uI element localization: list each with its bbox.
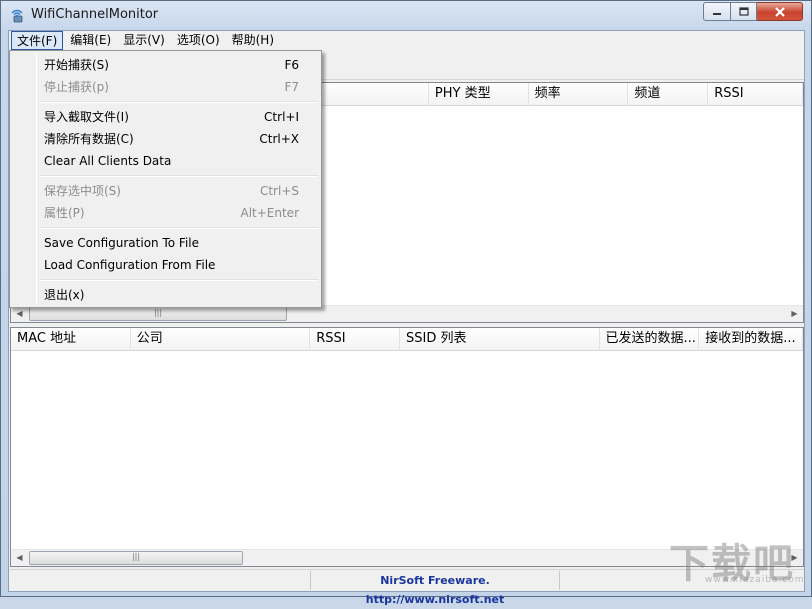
menu-edit[interactable]: 编辑(E): [65, 31, 116, 50]
maximize-button[interactable]: [730, 2, 757, 21]
column-phy-type[interactable]: PHY 类型: [429, 83, 529, 106]
menu-help[interactable]: 帮助(H): [227, 31, 279, 50]
close-button[interactable]: [757, 2, 803, 21]
menu-item-shortcut: Ctrl+X: [259, 132, 299, 146]
menu-item-save-configuration[interactable]: Save Configuration To File: [12, 232, 319, 254]
menu-item-shortcut: Ctrl+I: [264, 110, 299, 124]
menu-item-shortcut: Alt+Enter: [240, 206, 299, 220]
menu-item-clear-all-data[interactable]: 清除所有数据(C) Ctrl+X: [12, 128, 319, 150]
menu-item-shortcut: F6: [284, 58, 299, 72]
menu-item-save-selected[interactable]: 保存选中项(S) Ctrl+S: [12, 180, 319, 202]
window-title: WifiChannelMonitor: [31, 7, 159, 22]
column-company[interactable]: 公司: [131, 328, 311, 351]
watermark-logo: 下载吧 www.xiazaiba.com: [669, 531, 809, 591]
menu-item-exit[interactable]: 退出(x): [12, 284, 319, 306]
menu-item-clear-clients-data[interactable]: Clear All Clients Data: [12, 150, 319, 172]
column-sent-data[interactable]: 已发送的数据...: [600, 328, 700, 351]
menu-bar: 文件(F) 编辑(E) 显示(V) 选项(O) 帮助(H): [9, 31, 804, 51]
scroll-thumb[interactable]: |||: [29, 551, 243, 565]
close-icon: [774, 6, 785, 17]
menu-item-label: Clear All Clients Data: [44, 154, 172, 168]
column-frequency[interactable]: 频率: [529, 83, 629, 106]
minimize-icon: [713, 12, 721, 15]
menu-item-label: Load Configuration From File: [44, 258, 216, 272]
menu-item-import-capture-file[interactable]: 导入截取文件(I) Ctrl+I: [12, 106, 319, 128]
menu-separator: [40, 101, 318, 103]
menu-options[interactable]: 选项(O): [172, 31, 225, 50]
column-received-data[interactable]: 接收到的数据...: [699, 328, 803, 351]
column-mac-address[interactable]: MAC 地址: [11, 328, 131, 351]
scroll-left-icon[interactable]: ◀: [11, 550, 28, 566]
menu-item-label: 保存选中项(S): [44, 184, 121, 198]
menu-item-shortcut: F7: [284, 80, 299, 94]
menu-item-stop-capture[interactable]: 停止捕获(p) F7: [12, 76, 319, 98]
menu-item-label: 清除所有数据(C): [44, 132, 134, 146]
minimize-button[interactable]: [703, 2, 730, 21]
column-rssi[interactable]: RSSI: [708, 83, 803, 106]
menu-item-label: 退出(x): [44, 288, 85, 302]
menu-item-label: Save Configuration To File: [44, 236, 199, 250]
menu-item-properties[interactable]: 属性(P) Alt+Enter: [12, 202, 319, 224]
menu-item-shortcut: Ctrl+S: [259, 184, 299, 198]
menu-separator: [40, 279, 318, 281]
scroll-thumb[interactable]: |||: [29, 307, 287, 321]
scroll-left-icon[interactable]: ◀: [11, 306, 28, 322]
menu-item-label: 开始捕获(S): [44, 58, 109, 72]
title-bar[interactable]: WifiChannelMonitor: [1, 1, 811, 30]
column-channel[interactable]: 频道: [628, 83, 709, 106]
menu-item-label: 导入截取文件(I): [44, 110, 129, 124]
watermark-url: www.xiazaiba.com: [705, 575, 805, 585]
clients-list-header: MAC 地址 公司 RSSI SSID 列表 已发送的数据... 接收到的数据.…: [11, 328, 803, 351]
wifi-monitor-icon: [11, 9, 23, 23]
menu-file[interactable]: 文件(F): [11, 31, 64, 50]
nirsoft-link[interactable]: NirSoft Freeware. http://www.nirsoft.net: [310, 571, 560, 606]
scroll-right-icon[interactable]: ▶: [786, 306, 803, 322]
menu-item-label: 属性(P): [44, 206, 85, 220]
column-ssid-list[interactable]: SSID 列表: [400, 328, 600, 351]
menu-item-label: 停止捕获(p): [44, 80, 109, 94]
file-menu-dropdown: 开始捕获(S) F6 停止捕获(p) F7 导入截取文件(I) Ctrl+I 清除所有…: [9, 50, 322, 308]
menu-separator: [40, 227, 318, 229]
menu-separator: [40, 175, 318, 177]
column-rssi[interactable]: RSSI: [310, 328, 401, 351]
maximize-icon: [738, 7, 749, 16]
app-window: WifiChannelMonitor 文件(F) 编辑(E) 显示(V) 选项(…: [0, 0, 812, 606]
menu-item-start-capture[interactable]: 开始捕获(S) F6: [12, 54, 319, 76]
menu-item-load-configuration[interactable]: Load Configuration From File: [12, 254, 319, 276]
menu-view[interactable]: 显示(V): [118, 31, 170, 50]
